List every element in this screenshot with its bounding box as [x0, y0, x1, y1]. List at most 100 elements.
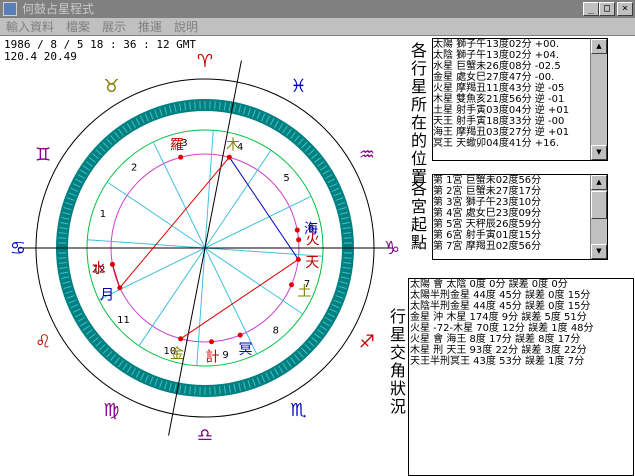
- maximize-button[interactable]: □: [599, 2, 615, 16]
- degree-tick: [343, 257, 352, 259]
- planet-positions-label: 各行星所在的位置: [410, 41, 427, 186]
- menu-help[interactable]: 說明: [174, 18, 198, 36]
- planet-dot: [289, 282, 295, 288]
- house-cusps-label: 各宮起點: [410, 179, 427, 252]
- aspect-line: [111, 264, 121, 288]
- planet-dot: [295, 256, 301, 262]
- aspect-row[interactable]: 天王半刑冥王 43度 53分 誤差 1度 7分: [410, 356, 633, 367]
- app-icon: [3, 2, 17, 16]
- aspect-row[interactable]: 火星 -72-木星 70度 12分 誤差 1度 48分: [410, 323, 633, 334]
- planet-dot: [209, 339, 215, 345]
- aspects-label: 行星交角狀況: [389, 307, 406, 416]
- pisces-icon: ♓: [290, 76, 306, 97]
- house-line: [204, 130, 214, 249]
- planet-position-row[interactable]: 天王 射手寅18度33分 逆 -00: [433, 116, 607, 127]
- aries-icon: ♈: [197, 51, 213, 72]
- planet-positions-list[interactable]: 太陽 獅子午13度02分 +00. 太陰 獅子午13度02分 +04. 水星 巨蟹未…: [432, 38, 608, 161]
- pluto-label: 冥: [238, 342, 252, 358]
- leo-icon: ♌: [35, 332, 51, 353]
- scorpio-icon: ♏: [290, 400, 306, 421]
- aspect-line: [119, 156, 230, 289]
- scroll-down-icon[interactable]: ▼: [591, 244, 607, 259]
- house-cusp-row[interactable]: 第 4宮 處女巳23度09分: [433, 208, 607, 219]
- house-line: [106, 181, 206, 249]
- mars-label: 火: [306, 233, 320, 249]
- planet-dot: [178, 336, 184, 342]
- window-title: 何鼓占星程式: [22, 2, 95, 16]
- degree-tick: [58, 237, 67, 239]
- planet-position-row[interactable]: 海王 摩羯丑03度27分 逆 +01: [433, 127, 607, 138]
- house-number: 2: [131, 162, 137, 173]
- cancer-icon: ♋: [10, 238, 26, 259]
- astrology-wheel: ♓♒♑♐♏♎♍♌♋♊♉♈123 456789101112木海天土冥計金月水羅火: [10, 51, 400, 446]
- planet-position-row[interactable]: 土星 射手寅03度04分 逆 +01: [433, 105, 607, 116]
- house-cusp-row[interactable]: 第 3宮 獅子午23度10分: [433, 197, 607, 208]
- degree-tick: [214, 386, 216, 395]
- house-line: [204, 247, 304, 315]
- rahu-label: 羅: [170, 138, 184, 154]
- house-cusp-row[interactable]: 第 2宮 巨蟹未27度17分: [433, 186, 607, 197]
- menu-input-data[interactable]: 輸入資料: [6, 18, 54, 36]
- close-button[interactable]: ×: [617, 2, 633, 16]
- aspect-row[interactable]: 木星 刑 天王 93度 22分 誤差 3度 22分: [410, 345, 633, 356]
- planet-list-scrollbar[interactable]: ▲ ▼: [590, 39, 607, 160]
- house-cusp-row[interactable]: 第 7宮 摩羯丑02度56分: [433, 241, 607, 252]
- house-cusps-list[interactable]: 第 1宮 巨蟹未02度56分第 2宮 巨蟹未27度17分第 3宮 獅子午23度1…: [432, 174, 608, 260]
- house-cusp-row[interactable]: 第 6宮 射手寅01度15分: [433, 230, 607, 241]
- mercury-label: 水: [92, 261, 106, 277]
- house-line: [196, 247, 206, 366]
- scroll-down-icon[interactable]: ▼: [591, 145, 607, 160]
- aquarius-icon: ♒: [359, 145, 375, 166]
- sagittarius-icon: ♐: [359, 332, 375, 353]
- degree-tick: [194, 101, 196, 110]
- house-list-scrollbar[interactable]: ▲ ▼: [590, 175, 607, 259]
- ketu-label: 計: [206, 350, 220, 366]
- planet-dot: [294, 227, 300, 233]
- planet-position-row[interactable]: 冥王 天蠍卯04度41分 +16.: [433, 138, 607, 149]
- taurus-icon: ♉: [103, 76, 119, 97]
- aspect-row[interactable]: 金星 沖 木星 174度 9分 誤差 5度 51分: [410, 312, 633, 323]
- menu-show[interactable]: 展示: [102, 18, 126, 36]
- capricorn-icon: ♑: [384, 238, 400, 259]
- planet-dot: [226, 154, 232, 160]
- planet-position-row[interactable]: 太陰 獅子午13度02分 +04.: [433, 50, 607, 61]
- scroll-up-icon[interactable]: ▲: [591, 39, 607, 54]
- planet-dot: [178, 154, 184, 160]
- aspect-row[interactable]: 火星 會 海王 8度 17分 誤差 8度 17分: [410, 334, 633, 345]
- planet-position-row[interactable]: 木星 雙魚亥21度56分 逆 -01: [433, 94, 607, 105]
- planet-position-row[interactable]: 金星 處女巳27度47分 -00.: [433, 72, 607, 83]
- house-line: [87, 239, 206, 249]
- scroll-thumb[interactable]: [591, 191, 607, 219]
- degree-tick: [58, 257, 67, 259]
- virgo-icon: ♍: [103, 400, 119, 421]
- menu-file[interactable]: 檔案: [66, 18, 90, 36]
- title-bar[interactable]: 何鼓占星程式 _ □ ×: [0, 0, 635, 18]
- planet-position-row[interactable]: 水星 巨蟹未26度08分 -02.5: [433, 61, 607, 72]
- aspect-row[interactable]: 太陰半刑金星 44度 45分 誤差 0度 15分: [410, 301, 633, 312]
- scroll-up-icon[interactable]: ▲: [591, 175, 607, 190]
- menu-bar: 輸入資料 檔案 展示 推運 說明: [0, 18, 635, 36]
- menu-progress[interactable]: 推運: [138, 18, 162, 36]
- planet-position-row[interactable]: 火星 摩羯丑11度43分 逆 -05: [433, 83, 607, 94]
- planet-dot: [117, 285, 123, 291]
- house-cusp-row[interactable]: 第 5宮 天秤辰26度59分: [433, 219, 607, 230]
- house-cusp-row[interactable]: 第 1宮 巨蟹未02度56分: [433, 175, 607, 186]
- house-number: 5: [283, 173, 289, 184]
- jupiter-label: 木: [226, 138, 240, 154]
- minimize-button[interactable]: _: [583, 2, 599, 16]
- app-window: 何鼓占星程式 _ □ × 輸入資料 檔案 展示 推運 說明 1986 / 8 /…: [0, 0, 635, 476]
- planet-dot: [237, 332, 243, 338]
- aspects-list[interactable]: 太陽 會 太陰 0度 0分 誤差 0度 0分 太陽半刑金星 44度 45分 誤差 …: [408, 278, 634, 476]
- house-number: 9: [222, 350, 228, 361]
- degree-tick: [343, 237, 352, 239]
- gemini-icon: ♊: [35, 145, 51, 166]
- planet-position-row[interactable]: 太陽 獅子午13度02分 +00.: [433, 39, 607, 50]
- venus-label: 金: [170, 346, 184, 362]
- degree-tick: [214, 101, 216, 110]
- planet-dot: [296, 237, 302, 243]
- aspect-row[interactable]: 太陽半刑金星 44度 45分 誤差 0度 15分: [410, 290, 633, 301]
- aspect-row[interactable]: 太陽 會 太陰 0度 0分 誤差 0度 0分: [410, 279, 633, 290]
- planet-dot: [109, 261, 115, 267]
- house-number: 11: [117, 315, 130, 326]
- uranus-label: 天: [305, 255, 319, 271]
